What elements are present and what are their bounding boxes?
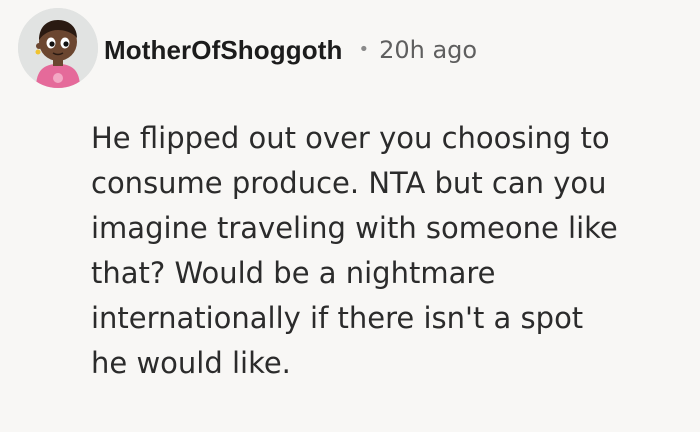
- comment-body-line: He flipped out over you choosing to: [91, 121, 610, 155]
- comment-body-line: he would like.: [91, 346, 291, 380]
- user-avatar-icon[interactable]: [18, 8, 98, 88]
- avatar-illustration: [18, 8, 98, 88]
- comment-header: MotherOfShoggoth • 20h ago: [104, 33, 477, 67]
- meta-separator: •: [358, 38, 370, 60]
- comment-body-line: consume produce. NTA but can you: [91, 166, 607, 200]
- comment-card: MotherOfShoggoth • 20h ago He flipped ou…: [0, 0, 700, 432]
- comment-body-line: imagine traveling with someone like: [91, 211, 618, 245]
- comment-body-line: internationally if there isn't a spot: [91, 301, 584, 335]
- comment-body-line: that? Would be a nightmare: [91, 256, 496, 290]
- comment-timestamp[interactable]: 20h ago: [379, 36, 477, 64]
- username-link[interactable]: MotherOfShoggoth: [104, 35, 342, 66]
- comment-body: He flipped out over you choosing to cons…: [91, 116, 691, 386]
